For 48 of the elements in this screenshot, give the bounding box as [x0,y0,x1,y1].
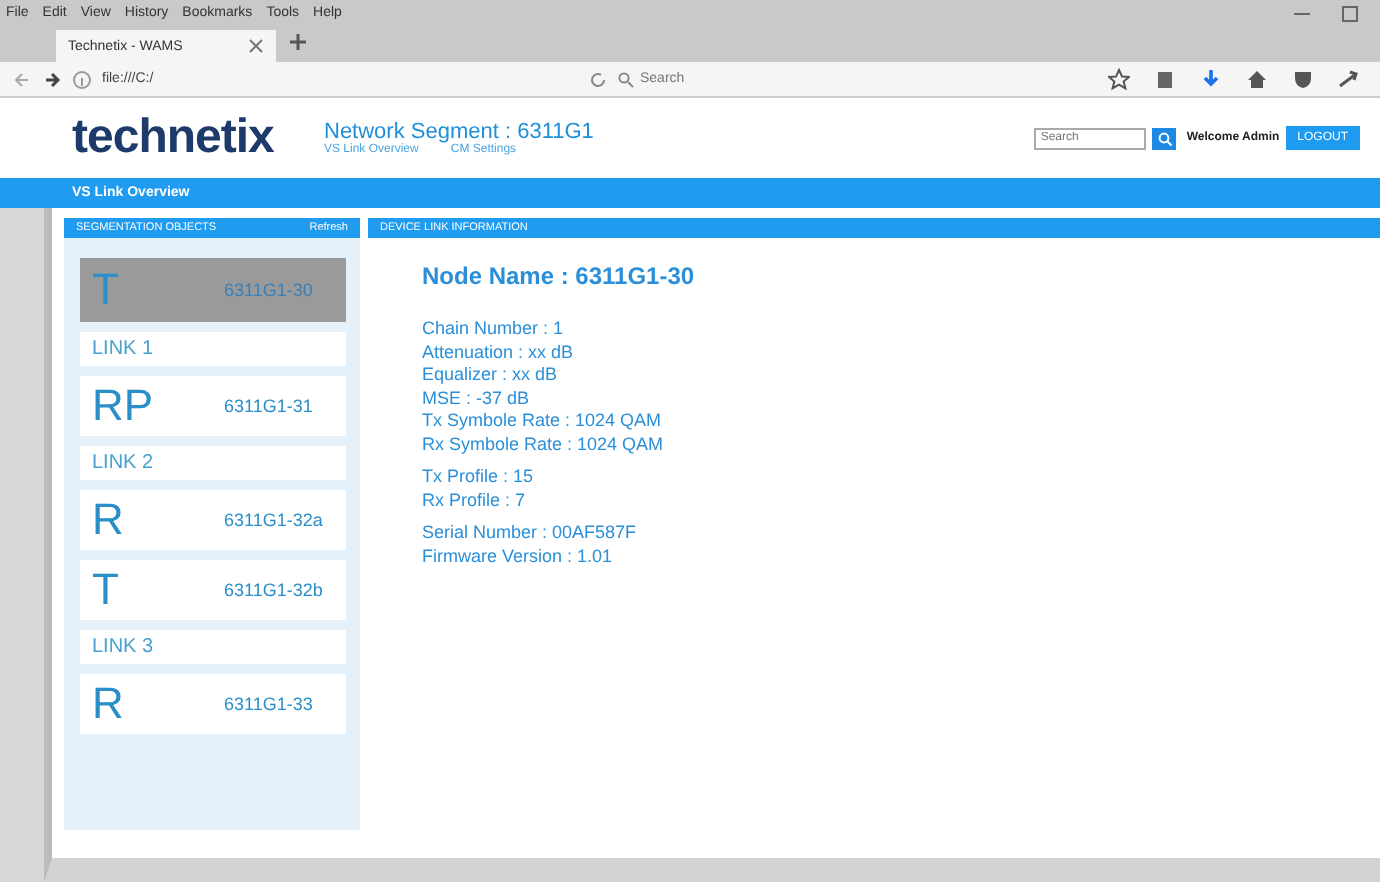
info-line: Rx Profile : 7 [422,489,528,512]
info-line: Attenuation : xx dB [422,341,576,364]
plus-icon[interactable] [288,32,308,52]
device-code: 6311G1-32a [224,510,323,530]
logo: technetix [72,110,276,166]
forward-icon[interactable] [42,69,62,89]
device-type: T [92,264,121,316]
device-code: 6311G1-30 [224,280,313,300]
search-button[interactable] [1152,127,1177,149]
info-line: Equalizer : xx dB [422,364,560,387]
device-item[interactable]: R 6311G1-33 [80,674,346,734]
link-label: LINK 2 [92,452,154,474]
close-icon[interactable] [248,38,264,54]
device-code: 6311G1-32b [224,580,323,600]
node-name: Node Name : 6311G1-30 [422,262,697,290]
search-icon [1157,131,1172,145]
device-item[interactable]: R 6311G1-32a [80,490,346,550]
shield-icon[interactable] [1292,68,1314,90]
info-line: MSE : -37 dB [422,387,532,410]
device-type: T [92,564,121,616]
maximize-icon[interactable] [1340,3,1360,23]
info-line: Firmware Version : 1.01 [422,545,615,568]
device-item[interactable]: T 6311G1-32b [80,560,346,620]
device-type: R [92,678,126,730]
device-type: RP [92,380,156,432]
arrow-icon[interactable] [1338,68,1360,90]
search-icon [618,71,634,87]
device-item[interactable]: RP 6311G1-31 [80,376,346,436]
back-icon[interactable] [12,69,32,89]
info-line: Chain Number : 1 [422,318,566,341]
link-label: LINK 3 [92,636,154,658]
star-icon[interactable] [1108,68,1130,90]
reload-icon[interactable] [588,69,608,89]
link-item[interactable]: LINK 1 [80,332,346,366]
info-icon[interactable] [72,69,92,89]
home-icon[interactable] [1246,68,1268,90]
device-code: 6311G1-33 [224,694,313,714]
page-title: Network Segment : 6311G1 [324,120,594,144]
device-code: 6311G1-31 [224,396,313,416]
link-label: LINK 1 [92,338,154,360]
link-item[interactable]: LINK 2 [80,446,346,480]
download-icon[interactable] [1200,68,1222,90]
link-item[interactable]: LINK 3 [80,630,346,664]
info-line: Tx Profile : 15 [422,466,536,489]
info-line: Serial Number : 00AF587F [422,522,639,545]
info-line: Rx Symbole Rate : 1024 QAM [422,433,666,456]
device-type: R [92,494,126,546]
info-line: Tx Symbole Rate : 1024 QAM [422,410,664,433]
